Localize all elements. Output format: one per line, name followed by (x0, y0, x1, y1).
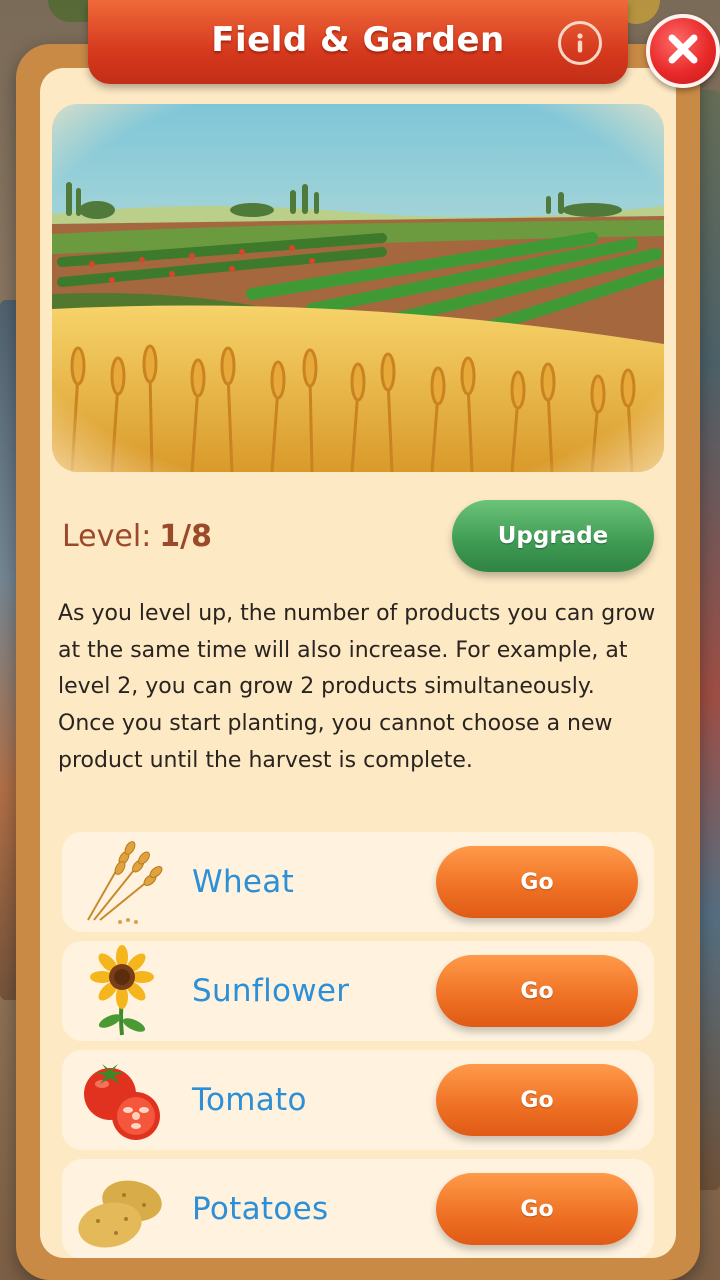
wheat-icon (76, 836, 172, 928)
modal-panel: Level: 1/8 Upgrade As you level up, the … (40, 68, 676, 1258)
upgrade-button-label: Upgrade (497, 523, 609, 549)
description-paragraph: As you level up, the number of products … (58, 601, 656, 700)
list-item-wheat: Wheat Go (62, 832, 654, 932)
level-value: 1/8 (159, 518, 213, 554)
tomato-icon (76, 1054, 172, 1146)
info-icon[interactable] (558, 21, 602, 65)
go-button-sunflower[interactable]: Go (436, 955, 638, 1027)
level-label: Level: (62, 518, 152, 554)
potato-icon (76, 1163, 172, 1255)
go-button-label: Go (520, 1196, 554, 1222)
product-name: Sunflower (192, 973, 350, 1009)
modal-header: Field & Garden (88, 0, 628, 84)
go-button-label: Go (520, 869, 554, 895)
product-name: Potatoes (192, 1191, 329, 1227)
list-item-potatoes: Potatoes Go (62, 1159, 654, 1258)
level-display: Level: 1/8 (62, 516, 212, 556)
upgrade-button[interactable]: Upgrade (452, 500, 654, 572)
go-button-potatoes[interactable]: Go (436, 1173, 638, 1245)
go-button-label: Go (520, 978, 554, 1004)
go-button-wheat[interactable]: Go (436, 846, 638, 918)
product-name: Tomato (192, 1082, 307, 1118)
list-item-tomato: Tomato Go (62, 1050, 654, 1150)
product-name: Wheat (192, 864, 295, 900)
go-button-label: Go (520, 1087, 554, 1113)
description-paragraph: Once you start planting, you cannot choo… (58, 711, 613, 773)
description: As you level up, the number of products … (58, 596, 658, 780)
field-garden-illustration (52, 104, 664, 472)
sunflower-icon (76, 945, 172, 1037)
list-item-sunflower: Sunflower Go (62, 941, 654, 1041)
go-button-tomato[interactable]: Go (436, 1064, 638, 1136)
modal-title: Field & Garden (211, 20, 505, 60)
close-icon (663, 29, 703, 73)
close-button[interactable] (646, 14, 720, 88)
